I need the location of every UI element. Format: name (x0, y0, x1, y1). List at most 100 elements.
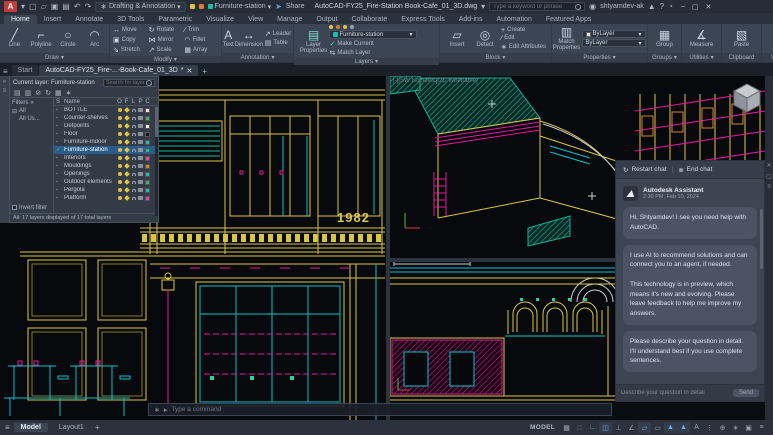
layer-color-swatch[interactable] (144, 139, 151, 145)
close-icon[interactable]: ✕ (766, 162, 771, 169)
chat-scrollbar[interactable] (760, 209, 763, 269)
text-tool[interactable]: A Text (223, 29, 234, 49)
layer-on-icon[interactable] (116, 132, 123, 136)
modify-tool[interactable]: ↻ Rotate (148, 26, 184, 34)
ribbon-tab[interactable]: Visualize (199, 15, 241, 24)
layer-lock-icon[interactable] (130, 116, 137, 120)
layout1-tab[interactable]: Layout1 (52, 423, 91, 432)
layer-color-swatch[interactable] (144, 115, 151, 121)
status-toggle-icon[interactable]: ▦ (560, 422, 573, 433)
plot-icon[interactable]: ▤ (62, 2, 70, 11)
layer-dropdown[interactable]: Furniture-station ▾ (328, 30, 417, 39)
layer-plot-icon[interactable] (137, 140, 144, 144)
status-toggle-icon[interactable]: ◫ (599, 422, 612, 433)
layer-on-icon[interactable] (116, 180, 123, 184)
make-current-button[interactable]: ✓ Make Current (329, 40, 433, 48)
autodesk-assistant-panel[interactable]: ↻ Restart chat | ⊗ End chat Autodesk Ass… (615, 160, 765, 402)
layer-lock-icon[interactable] (130, 108, 137, 112)
layer-color-swatch[interactable] (144, 179, 151, 185)
modify-tool[interactable]: ⇘ Stretch (112, 46, 148, 54)
layer-color-swatch[interactable] (144, 107, 151, 113)
layer-on-icon[interactable] (116, 108, 123, 112)
palette-toolbar-icon[interactable]: ▦ (55, 89, 62, 97)
undo-icon[interactable]: ↶ (74, 2, 81, 11)
color-control[interactable]: ByLayer ▾ (581, 30, 646, 38)
panel-label-modify[interactable]: Modify ▾ (110, 56, 221, 63)
layer-row[interactable]: ▪ BOTTLE (54, 106, 158, 114)
status-toggle-icon[interactable]: ∠ (625, 422, 638, 433)
layer-list-scrollbar[interactable] (155, 107, 158, 217)
status-toggle-icon[interactable]: ▣ (742, 422, 755, 433)
status-toggle-icon[interactable]: ⊥ (612, 422, 625, 433)
layer-on-icon[interactable] (116, 140, 123, 144)
block-tool[interactable]: + Create (500, 27, 547, 34)
layer-plot-icon[interactable] (137, 196, 144, 200)
ribbon-tab[interactable]: 3D Tools (110, 15, 151, 24)
layer-plot-icon[interactable] (137, 188, 144, 192)
layer-freeze-icon[interactable] (198, 4, 204, 9)
layer-freeze-icon[interactable] (123, 115, 130, 121)
ribbon-tab[interactable]: Parametric (151, 15, 199, 24)
draw-tool[interactable]: ○ Circle (56, 29, 81, 49)
status-toggle-icon[interactable]: ⋮ (703, 422, 716, 433)
measure-button[interactable]: ∡ Measure (689, 29, 715, 49)
layer-on-icon[interactable] (116, 196, 123, 200)
send-button[interactable]: Send (732, 389, 759, 397)
app-menu-button[interactable]: A (4, 1, 17, 12)
group-button[interactable]: ▦ Group (652, 29, 678, 49)
workspace-switcher[interactable]: ∗ Drafting & Annotation ▾ (95, 1, 186, 12)
status-toggle-icon[interactable]: ⊕ (716, 422, 729, 433)
layer-lock-icon[interactable] (130, 172, 137, 176)
share-label[interactable]: Share (286, 3, 305, 10)
help-search[interactable] (489, 2, 586, 11)
layer-freeze-icon[interactable] (123, 147, 130, 153)
modify-tool[interactable]: ◠ Fillet (183, 36, 219, 44)
properties-menu-icon[interactable]: ≡ (767, 184, 771, 190)
palette-toolbar-icon[interactable]: ∗ (66, 89, 72, 97)
ribbon-tab[interactable]: Output (309, 15, 344, 24)
status-toggle-icon[interactable]: ≡ (755, 422, 768, 433)
minimize-button[interactable]: – (681, 3, 685, 11)
maximize-button[interactable]: ▢ (692, 3, 699, 11)
ribbon-tab[interactable]: Express Tools (394, 15, 451, 24)
modify-tool[interactable]: ↔ Move (112, 27, 148, 34)
modify-tool[interactable]: ▦ Array (183, 46, 219, 54)
filter-all-used[interactable]: All Us... (12, 115, 51, 123)
tree-node-icon[interactable]: ⊟ (12, 108, 17, 115)
layer-freeze-icon[interactable] (123, 139, 130, 145)
annotation-tool[interactable]: ↗ Leader (264, 30, 293, 38)
draw-tool[interactable]: ◠ Arc (82, 29, 107, 49)
layer-plot-icon[interactable] (137, 172, 144, 176)
layer-on-icon[interactable] (116, 164, 123, 168)
status-toggle-icon[interactable]: ∗ (729, 422, 742, 433)
layer-color-swatch[interactable] (144, 131, 151, 137)
draw-tool[interactable]: ╱ Line (2, 29, 27, 49)
autohide-icon[interactable]: ▢ (766, 173, 772, 180)
ribbon-tab[interactable]: Collaborate (344, 15, 394, 24)
drawing-area[interactable]: 1982 [-][SW Isometric][2D Wireframe] ✕ ▢… (0, 76, 773, 420)
ribbon-tab[interactable]: Insert (37, 15, 69, 24)
layer-freeze-icon[interactable] (123, 195, 130, 201)
base-view-button[interactable]: ◧Base (767, 29, 773, 48)
panel-label-properties[interactable]: Properties ▾ (552, 53, 647, 62)
restart-chat-button[interactable]: ↻ Restart chat (623, 166, 667, 174)
layer-row[interactable]: ▪ Counter-shelves (54, 114, 158, 122)
layer-color-swatch[interactable] (144, 171, 151, 177)
modify-tool[interactable]: ▣ Copy (112, 36, 148, 44)
layer-row[interactable]: ▪ Platform (54, 194, 158, 202)
ribbon-tab[interactable]: Manage (270, 15, 309, 24)
layer-on-icon[interactable] (116, 156, 123, 160)
layer-lock-icon[interactable] (130, 180, 137, 184)
layer-color-swatch[interactable] (144, 163, 151, 169)
block-tool[interactable]: ∕ Edit (500, 35, 547, 42)
layer-lock-icon[interactable] (130, 164, 137, 168)
layer-plot-icon[interactable] (137, 180, 144, 184)
filter-all[interactable]: ⊟ All (12, 107, 51, 115)
app-menu-caret-icon[interactable]: ▾ (21, 2, 25, 11)
layer-lock-icon[interactable] (130, 148, 137, 152)
layer-plot-icon[interactable] (137, 132, 144, 136)
layer-freeze-icon[interactable] (123, 131, 130, 137)
modify-tool[interactable]: ∕ Trim (183, 27, 219, 34)
annotation-tool[interactable]: ▤ Table (264, 39, 293, 47)
help-icon[interactable]: ? (660, 2, 664, 11)
